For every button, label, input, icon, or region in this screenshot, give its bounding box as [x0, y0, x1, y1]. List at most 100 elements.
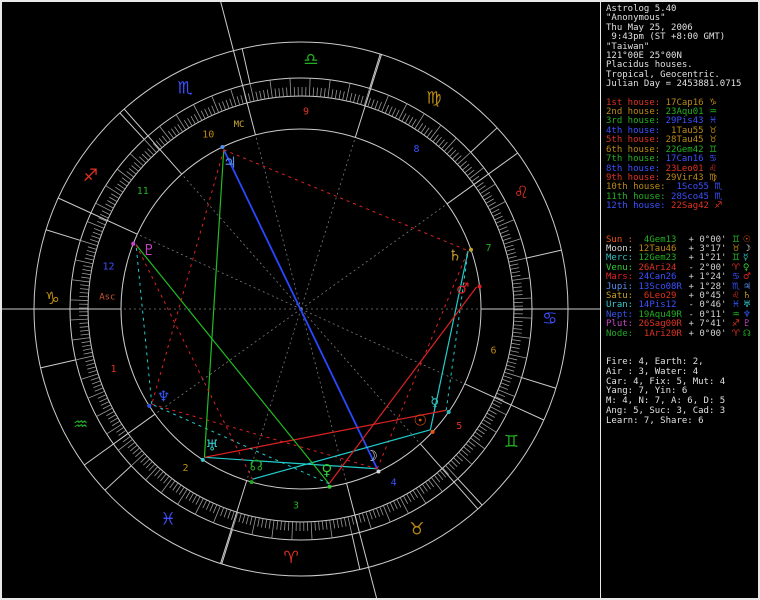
degree-tick — [82, 269, 92, 272]
degree-tick — [108, 414, 117, 420]
degree-tick — [509, 263, 519, 267]
degree-tick — [291, 521, 293, 540]
degree-tick — [500, 230, 509, 234]
degree-tick — [458, 451, 473, 465]
degree-tick — [274, 88, 277, 98]
degree-tick — [178, 486, 185, 495]
degree-tick — [513, 328, 523, 330]
mc-label: MC — [234, 120, 245, 130]
degree-tick — [223, 508, 228, 518]
astrolog-window: ♈ ♉ ♊ ♋ ♌ ♍ ♎ ♏ ♐ ♑ ♒ ♓ 1 2 3 4 5 6 7 8 9 10 11 12 Asc MC ☉ ☽ ☿ ♀ ♂ ♃ ♄ ♅… — [0, 0, 760, 600]
degree-tick — [105, 185, 122, 196]
degree-tick — [175, 114, 187, 131]
degree-tick — [79, 295, 89, 298]
degree-tick — [87, 221, 105, 229]
degree-tick — [187, 117, 193, 127]
degree-tick — [145, 466, 159, 481]
degree-tick — [483, 195, 493, 201]
degree-tick — [152, 143, 160, 151]
sign-glyph-leo: ♌ — [514, 183, 529, 203]
house-cusp-inner-dotted — [246, 308, 302, 481]
degree-tick — [415, 487, 427, 504]
planet-dot-venus — [327, 484, 332, 489]
degree-tick — [498, 226, 508, 231]
degree-tick — [143, 458, 150, 466]
degree-tick — [477, 185, 486, 192]
degree-tick — [414, 113, 425, 130]
degree-tick — [268, 519, 271, 529]
degree-tick — [445, 465, 459, 479]
sign-glyph: ♈ — [731, 328, 740, 339]
planet-dot-saturn — [468, 247, 473, 252]
degree-tick — [372, 509, 377, 519]
degree-tick — [245, 515, 249, 525]
degree-tick — [109, 196, 118, 202]
degree-tick — [131, 165, 139, 172]
degree-tick — [86, 250, 96, 254]
sign-boundary — [470, 127, 498, 153]
degree-tick — [442, 467, 450, 475]
degree-tick — [161, 135, 169, 144]
planet-dot-sun — [430, 429, 435, 434]
degree-tick — [433, 474, 441, 483]
degree-tick — [394, 109, 400, 119]
sign-boundary — [526, 249, 562, 259]
degree-tick — [130, 444, 138, 452]
degree-tick — [209, 503, 214, 512]
degree-tick — [195, 496, 201, 505]
degree-tick — [97, 394, 107, 399]
house-number-1: 1 — [110, 364, 116, 375]
degree-tick — [133, 162, 142, 169]
degree-tick — [486, 412, 495, 418]
degree-tick — [169, 480, 176, 489]
degree-tick — [83, 351, 93, 355]
degree-tick — [479, 183, 496, 195]
degree-tick — [464, 166, 472, 174]
info-panel: Astrolog 5.40 "Anonymous" Thu May 25, 2006… — [601, 2, 758, 598]
planet-position: 1Ari20R — [638, 328, 682, 339]
degree-tick — [266, 89, 270, 99]
degree-tick — [425, 481, 431, 490]
degree-tick — [86, 362, 96, 366]
degree-tick — [497, 389, 515, 397]
aspect-line-sextile — [445, 250, 469, 411]
degree-tick — [361, 512, 366, 522]
degree-tick — [492, 212, 502, 217]
degree-tick — [507, 255, 517, 259]
degree-tick — [358, 513, 362, 523]
degree-tick — [342, 91, 345, 101]
axis-extension-line — [220, 2, 234, 51]
degree-tick — [154, 468, 161, 477]
degree-tick — [71, 279, 90, 283]
degree-tick — [82, 348, 92, 351]
degree-tick — [218, 102, 223, 112]
degree-tick — [91, 380, 101, 385]
degree-tick — [109, 417, 119, 423]
degree-tick — [512, 286, 522, 289]
degree-tick — [75, 355, 94, 361]
house-cusp-line — [84, 413, 156, 466]
degree-tick — [501, 378, 511, 383]
degree-tick — [452, 152, 459, 160]
degree-tick — [249, 516, 253, 526]
degree-tick — [446, 147, 454, 155]
degree-tick — [509, 350, 519, 353]
degree-tick — [370, 99, 375, 109]
degree-tick — [194, 498, 204, 515]
degree-tick — [79, 326, 89, 328]
degree-tick — [121, 177, 130, 184]
degree-tick — [116, 426, 125, 433]
degree-tick — [85, 253, 95, 257]
degree-tick — [499, 385, 509, 390]
degree-tick — [409, 491, 415, 501]
sign-glyph-virgo: ♍ — [426, 88, 441, 108]
sign-boundary — [241, 48, 251, 84]
degree-tick — [484, 416, 493, 422]
degree-tick — [116, 168, 132, 181]
degree-tick — [398, 103, 408, 120]
degree-tick — [513, 317, 532, 319]
house-number-2: 2 — [182, 463, 188, 474]
degree-tick — [175, 484, 182, 493]
degree-tick — [95, 202, 112, 212]
degree-tick — [334, 89, 338, 99]
